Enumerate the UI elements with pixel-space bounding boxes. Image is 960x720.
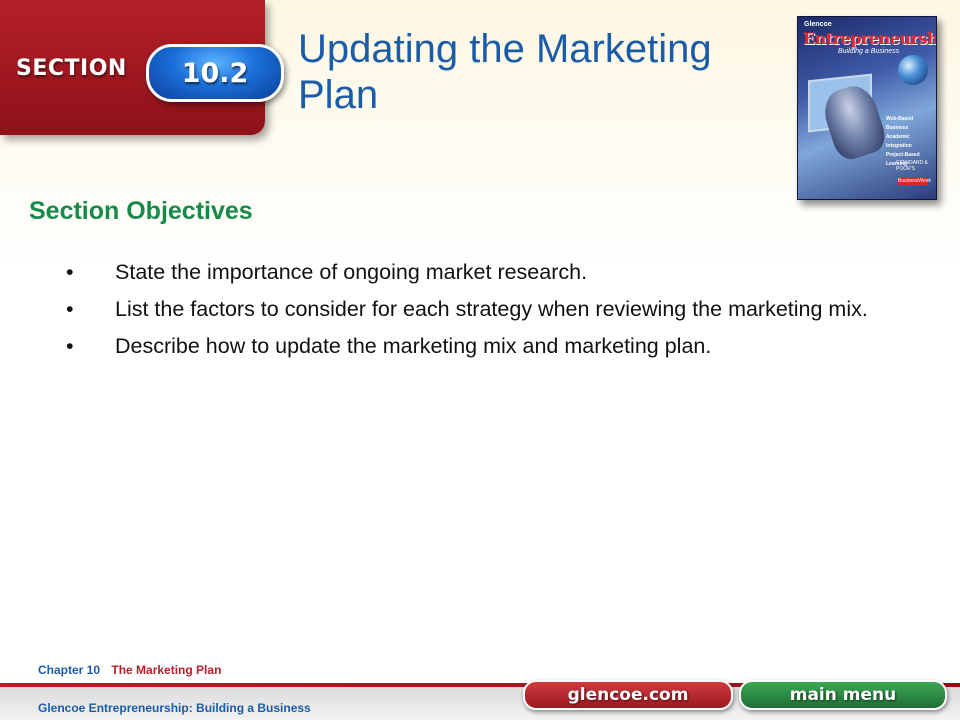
objective-item: • List the factors to consider for each … [66, 293, 896, 325]
book-badge: BusinessWeek [898, 177, 931, 185]
book-subtitle: Building a Business [838, 48, 900, 55]
objectives-list: • State the importance of ongoing market… [66, 256, 896, 367]
main-menu-button[interactable]: main menu [739, 680, 947, 710]
objective-text: List the factors to consider for each st… [115, 297, 868, 321]
section-label: SECTION [16, 56, 127, 81]
objective-text: State the importance of ongoing market r… [115, 260, 588, 284]
globe-icon [898, 55, 928, 85]
section-number: 10.2 [181, 57, 249, 89]
section-number-badge: 10.2 [146, 44, 284, 102]
book-title: Entrepreneurship [803, 29, 937, 48]
objectives-heading: Section Objectives [29, 197, 253, 225]
book-credit: Glencoe Entrepreneurship: Building a Bus… [38, 701, 311, 715]
bullet-icon: • [66, 334, 74, 358]
book-feature: Academic Integration [886, 134, 912, 149]
chapter-label: Chapter 10 [38, 663, 101, 677]
bullet-icon: • [66, 260, 74, 284]
book-feature: Web-Based Business [886, 116, 914, 131]
page-title: Updating the Marketing Plan [298, 27, 712, 117]
book-partner-logo: STANDARD & POOR'S [896, 160, 928, 172]
objective-item: • Describe how to update the marketing m… [66, 330, 896, 362]
chapter-name: The Marketing Plan [111, 663, 222, 677]
book-cover-image: Glencoe Entrepreneurship Building a Busi… [797, 16, 937, 200]
objective-item: • State the importance of ongoing market… [66, 256, 896, 288]
objective-text: Describe how to update the marketing mix… [115, 334, 712, 358]
book-publisher: Glencoe [804, 21, 832, 28]
chapter-line: Chapter 10 The Marketing Plan [38, 663, 221, 677]
glencoe-link-button[interactable]: glencoe.com [523, 680, 733, 710]
bullet-icon: • [66, 297, 74, 321]
